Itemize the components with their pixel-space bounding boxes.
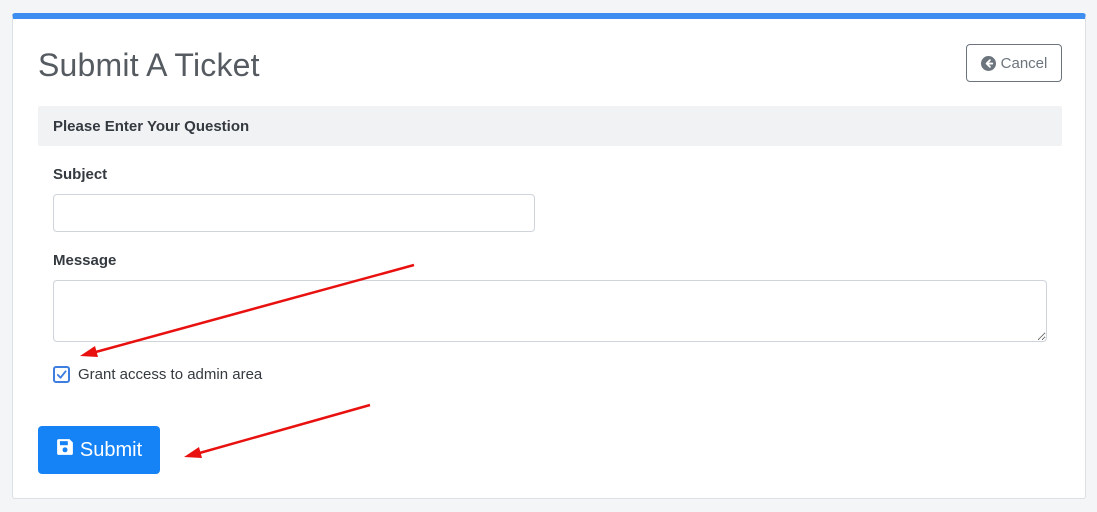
floppy-disk-save-icon bbox=[56, 438, 74, 462]
cancel-button[interactable]: Cancel bbox=[966, 44, 1062, 82]
cancel-button-label: Cancel bbox=[1000, 54, 1048, 72]
submit-button-label: Submit bbox=[79, 438, 143, 461]
message-textarea[interactable] bbox=[53, 280, 1047, 342]
submit-button[interactable]: Submit bbox=[38, 426, 160, 474]
grant-access-row[interactable]: Grant access to admin area bbox=[53, 366, 262, 383]
section-header: Please Enter Your Question bbox=[38, 106, 1062, 146]
checkmark-icon bbox=[56, 370, 67, 379]
arrow-circle-left-icon bbox=[980, 55, 996, 71]
subject-input[interactable] bbox=[53, 194, 535, 232]
message-label: Message bbox=[53, 252, 117, 269]
ticket-card: Submit A Ticket Cancel Please Enter Your… bbox=[12, 13, 1086, 499]
grant-access-checkbox[interactable] bbox=[53, 366, 70, 383]
subject-label: Subject bbox=[53, 166, 108, 183]
grant-access-label: Grant access to admin area bbox=[78, 366, 263, 383]
page-title: Submit A Ticket bbox=[38, 47, 260, 83]
